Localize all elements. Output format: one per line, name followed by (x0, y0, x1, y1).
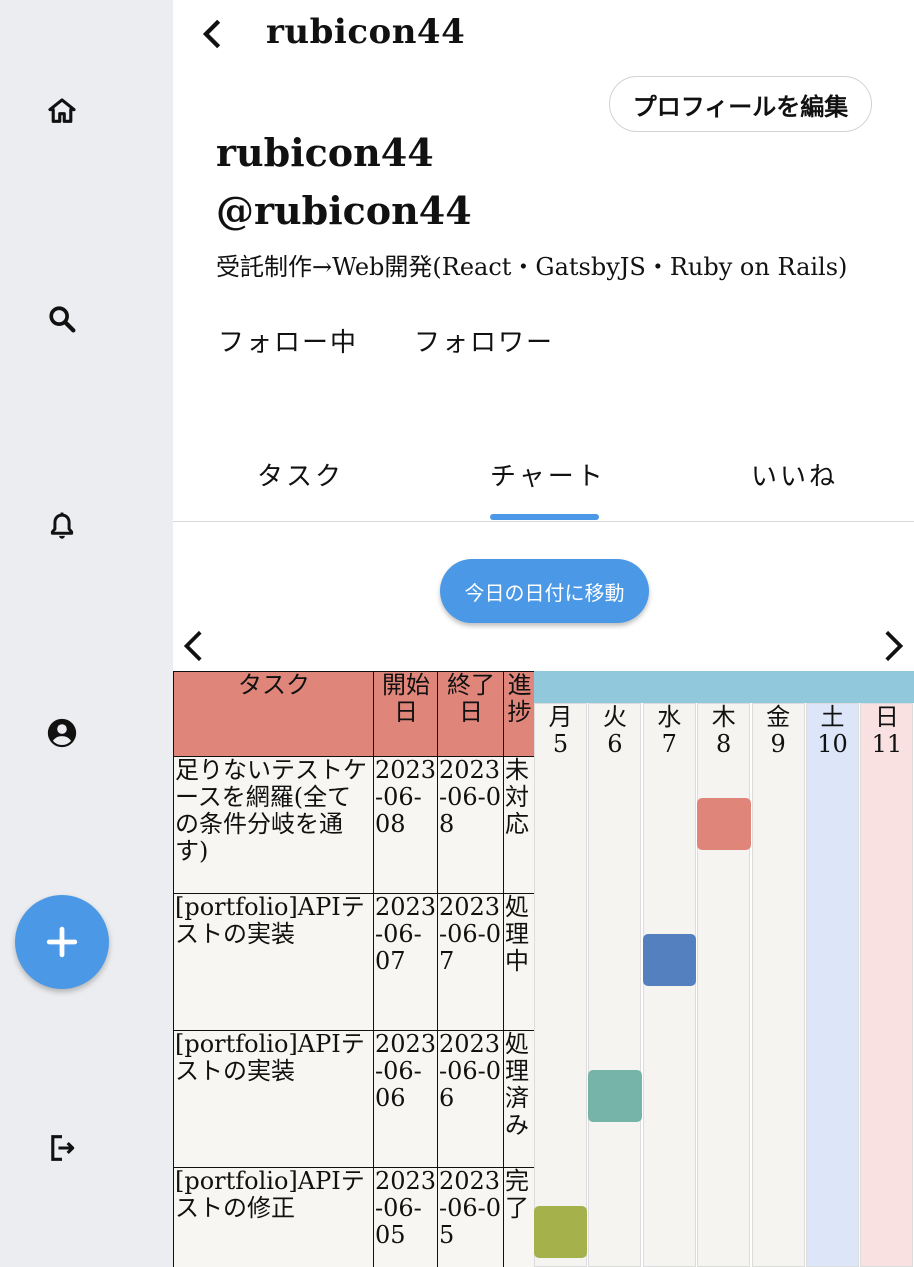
display-name: rubicon44 (216, 130, 434, 175)
active-tab-indicator (490, 514, 599, 520)
day-column: 金9 (751, 703, 805, 1267)
task-end: 2023-06-06 (437, 1030, 504, 1168)
column-header-task: タスク (173, 671, 374, 757)
task-status: 未対応 (503, 756, 535, 894)
day-column: 木8 (697, 703, 751, 1267)
day-column: 月5 (534, 703, 587, 1267)
chevron-right-icon (885, 630, 904, 662)
search-icon[interactable] (44, 301, 80, 337)
gantt-chart: タスク 開始日 終了日 進捗 足りないテストケースを網羅(全ての条件分岐を通す)… (173, 671, 914, 1267)
task-row[interactable]: [portfolio]APIテストの実装 2023-06-07 2023-06-… (173, 893, 535, 1031)
task-row[interactable]: [portfolio]APIテストの修正 2023-06-05 2023-06-… (173, 1167, 535, 1267)
task-bar[interactable] (642, 934, 697, 986)
add-task-button[interactable] (15, 895, 109, 989)
day-column: 日 11 (860, 703, 914, 1267)
day-header: 火6 (589, 704, 640, 761)
column-header-end: 終了日 (437, 671, 504, 757)
day-number: 9 (770, 730, 786, 758)
account-circle-icon[interactable] (44, 715, 80, 751)
task-title[interactable]: 足りないテストケースを網羅(全ての条件分岐を通す) (173, 756, 374, 894)
day-number: 5 (552, 730, 569, 758)
chevron-left-icon (202, 19, 221, 49)
task-bar[interactable] (697, 798, 751, 850)
timeline: 月 5 火 6 水 7 木 8 金 9 土 10 日 11 (534, 671, 914, 1267)
profile-tabs: タスク チャート いいね (173, 440, 914, 522)
bell-icon[interactable] (44, 508, 80, 544)
sidebar (0, 0, 173, 1267)
task-start: 2023-06-08 (373, 756, 438, 894)
day-weekday: 日 (874, 703, 899, 731)
user-handle: @rubicon44 (216, 188, 472, 233)
day-header: 木8 (698, 704, 749, 761)
day-weekday: 土 (820, 703, 845, 731)
task-bar[interactable] (534, 1206, 588, 1258)
task-bar[interactable] (588, 1070, 642, 1122)
task-title[interactable]: [portfolio]APIテストの修正 (173, 1167, 374, 1267)
home-icon[interactable] (44, 93, 80, 129)
task-title[interactable]: [portfolio]APIテストの実装 (173, 893, 374, 1031)
tab-tasks[interactable]: タスク (257, 456, 344, 493)
task-end: 2023-06-05 (437, 1167, 504, 1267)
user-bio: 受託制作→Web開発(React・GatsbyJS・Ruby on Rails) (216, 253, 848, 281)
task-status: 完了 (503, 1167, 535, 1267)
day-weekday: 水 (657, 703, 682, 731)
task-start: 2023-06-06 (373, 1030, 438, 1168)
chevron-left-icon (183, 630, 202, 662)
task-end: 2023-06-07 (437, 893, 504, 1031)
next-week-button[interactable] (878, 627, 908, 665)
plus-icon (46, 926, 78, 958)
day-column: 火6 (588, 703, 642, 1267)
day-header: 月5 (535, 704, 586, 761)
prev-week-button[interactable] (179, 627, 209, 665)
day-weekday: 月 (548, 703, 573, 731)
tab-chart[interactable]: チャート (490, 456, 606, 493)
task-start: 2023-06-05 (373, 1167, 438, 1267)
task-start: 2023-06-07 (373, 893, 438, 1031)
day-header: 水7 (644, 704, 695, 761)
day-header: 金9 (753, 704, 804, 761)
day-weekday: 火 (602, 703, 627, 731)
day-weekday: 金 (766, 703, 791, 731)
day-weekday: 木 (711, 703, 736, 731)
task-row[interactable]: 足りないテストケースを網羅(全ての条件分岐を通す) 2023-06-08 202… (173, 756, 535, 894)
go-to-today-button[interactable]: 今日の日付に移動 (440, 559, 649, 623)
column-header-status: 進捗 (503, 671, 535, 757)
day-column: 土 10 (806, 703, 859, 1267)
column-header-start: 開始日 (373, 671, 438, 757)
day-number: 10 (817, 730, 848, 758)
task-status: 処理中 (503, 893, 535, 1031)
edit-profile-button[interactable]: プロフィールを編集 (609, 76, 872, 132)
task-status: 処理済み (503, 1030, 535, 1168)
day-header: 土 10 (807, 704, 858, 761)
day-number: 11 (871, 730, 903, 758)
task-title[interactable]: [portfolio]APIテストの実装 (173, 1030, 374, 1168)
day-number: 6 (607, 730, 623, 758)
task-end: 2023-06-08 (437, 756, 504, 894)
logout-icon[interactable] (44, 1130, 80, 1166)
back-button[interactable] (196, 16, 230, 52)
timeline-header (534, 671, 914, 703)
day-number: 8 (716, 730, 732, 758)
task-row[interactable]: [portfolio]APIテストの実装 2023-06-06 2023-06-… (173, 1030, 535, 1168)
day-number: 7 (661, 730, 677, 758)
task-table: タスク 開始日 終了日 進捗 足りないテストケースを網羅(全ての条件分岐を通す)… (173, 671, 535, 1267)
followers-link[interactable]: フォロワー (414, 322, 554, 359)
tab-likes[interactable]: いいね (751, 456, 838, 493)
page-title: rubicon44 (266, 12, 466, 52)
following-link[interactable]: フォロー中 (218, 322, 358, 359)
day-header: 日 11 (861, 704, 912, 761)
